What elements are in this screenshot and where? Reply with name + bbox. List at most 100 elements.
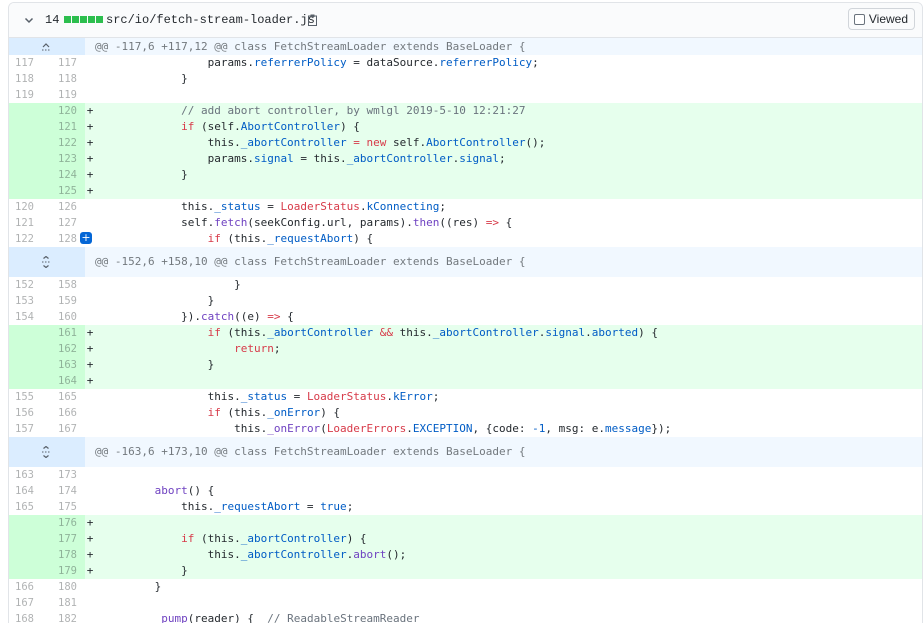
old-line-number[interactable]: 117 — [9, 55, 47, 71]
code-token: self. — [386, 136, 427, 149]
new-line-number[interactable]: 158 — [47, 277, 85, 293]
new-line-number[interactable]: 162 — [47, 341, 85, 357]
new-line-number[interactable]: 122 — [47, 135, 85, 151]
new-line-number[interactable]: 182 — [47, 611, 85, 623]
new-line-number[interactable]: 117 — [47, 55, 85, 71]
old-line-number[interactable]: 165 — [9, 499, 47, 515]
unfold-icon[interactable] — [40, 256, 52, 268]
new-line-number[interactable]: 118 — [47, 71, 85, 87]
new-line-number[interactable]: 125 — [47, 183, 85, 199]
hunk-expander[interactable] — [9, 437, 85, 467]
old-line-number[interactable]: 168 — [9, 611, 47, 623]
new-line-number[interactable]: 179 — [47, 563, 85, 579]
new-line-number[interactable]: 167 — [47, 421, 85, 437]
old-line-number[interactable] — [9, 357, 47, 373]
diffstat-bars — [64, 16, 103, 23]
new-line-number[interactable]: 165 — [47, 389, 85, 405]
new-line-number[interactable]: 124 — [47, 167, 85, 183]
new-line-number[interactable]: 123 — [47, 151, 85, 167]
plus-icon[interactable]: + — [80, 232, 92, 244]
old-line-number[interactable] — [9, 531, 47, 547]
fold-up-icon[interactable] — [40, 40, 52, 52]
new-line-number[interactable]: 159 — [47, 293, 85, 309]
diff-marker — [85, 215, 95, 231]
old-line-number[interactable]: 157 — [9, 421, 47, 437]
old-line-number[interactable] — [9, 341, 47, 357]
new-line-number[interactable]: 119 — [47, 87, 85, 103]
hunk-header-text: @@ -163,6 +173,10 @@ class FetchStreamLo… — [95, 445, 526, 458]
new-line-number[interactable]: 127 — [47, 215, 85, 231]
old-line-number[interactable]: 119 — [9, 87, 47, 103]
code-token: . — [585, 326, 592, 339]
old-line-number[interactable] — [9, 167, 47, 183]
old-line-number[interactable] — [9, 151, 47, 167]
old-line-number[interactable] — [9, 183, 47, 199]
diff-marker: + — [86, 136, 94, 149]
old-line-number[interactable]: 163 — [9, 467, 47, 483]
new-line-number[interactable]: 128 + — [47, 231, 92, 247]
old-line-number[interactable] — [9, 515, 47, 531]
diff-marker — [85, 293, 95, 309]
old-line-number[interactable] — [9, 563, 47, 579]
old-line-number[interactable]: 122 — [9, 231, 47, 247]
new-line-number[interactable]: 121 — [47, 119, 85, 135]
new-line-number[interactable]: 163 — [47, 357, 85, 373]
code-token: if — [181, 532, 195, 545]
code-token: ) { — [353, 232, 374, 245]
diff-marker — [85, 483, 95, 499]
old-line-number[interactable]: 154 — [9, 309, 47, 325]
clipboard-icon[interactable] — [307, 14, 318, 26]
chevron-down-icon[interactable] — [23, 14, 35, 26]
new-line-number-text: 177 — [58, 533, 77, 545]
file-path[interactable]: src/io/fetch-stream-loader.js — [106, 13, 315, 27]
code-token: LoaderStatus — [280, 200, 360, 213]
code-token: = dataSource. — [346, 56, 440, 69]
old-line-number[interactable]: 164 — [9, 483, 47, 499]
old-line-number[interactable] — [9, 373, 47, 389]
old-line-number[interactable] — [9, 547, 47, 563]
new-line-number[interactable]: 178 — [47, 547, 85, 563]
old-line-number[interactable] — [9, 325, 47, 341]
new-line-number[interactable]: 181 — [47, 595, 85, 611]
file-header: 14 src/io/fetch-stream-loader.js Viewed — [9, 3, 922, 38]
new-line-number[interactable]: 173 — [47, 467, 85, 483]
old-line-number[interactable]: 153 — [9, 293, 47, 309]
new-line-number[interactable]: 126 — [47, 199, 85, 215]
old-line-number[interactable] — [9, 135, 47, 151]
new-line-number[interactable]: 177 — [47, 531, 85, 547]
new-line-number[interactable]: 120 — [47, 103, 85, 119]
old-line-number[interactable] — [9, 119, 47, 135]
new-line-number[interactable]: 160 — [47, 309, 85, 325]
diff-marker — [85, 467, 95, 483]
new-line-number[interactable]: 176 — [47, 515, 85, 531]
viewed-checkbox[interactable] — [853, 13, 865, 25]
added-line: 179 + } — [9, 563, 922, 579]
old-line-number[interactable]: 166 — [9, 579, 47, 595]
new-line-number-text: 124 — [58, 169, 77, 181]
context-line: 121 127 self.fetch(seekConfig.url, params… — [9, 215, 922, 231]
old-line-number[interactable]: 118 — [9, 71, 47, 87]
old-line-number[interactable]: 121 — [9, 215, 47, 231]
hunk-expander[interactable] — [9, 247, 85, 277]
new-line-number[interactable]: 166 — [47, 405, 85, 421]
new-line-number-text: 128 — [58, 233, 77, 245]
code-line: self.fetch(seekConfig.url, params).then(… — [95, 215, 922, 231]
hunk-expander[interactable] — [9, 38, 85, 55]
old-line-number[interactable]: 156 — [9, 405, 47, 421]
old-line-number[interactable] — [9, 103, 47, 119]
old-line-number[interactable]: 155 — [9, 389, 47, 405]
old-line-number[interactable]: 167 — [9, 595, 47, 611]
new-line-number[interactable]: 175 — [47, 499, 85, 515]
old-line-number[interactable]: 120 — [9, 199, 47, 215]
code-line: } — [95, 167, 922, 183]
new-line-number[interactable]: 161 — [47, 325, 85, 341]
unfold-icon[interactable] — [40, 446, 52, 458]
new-line-number[interactable]: 164 — [47, 373, 85, 389]
old-line-number[interactable]: 152 — [9, 277, 47, 293]
viewed-button[interactable]: Viewed — [847, 8, 915, 30]
code-token: , {code: — [472, 422, 533, 435]
new-line-number[interactable]: 180 — [47, 579, 85, 595]
new-line-number[interactable]: 174 — [47, 483, 85, 499]
